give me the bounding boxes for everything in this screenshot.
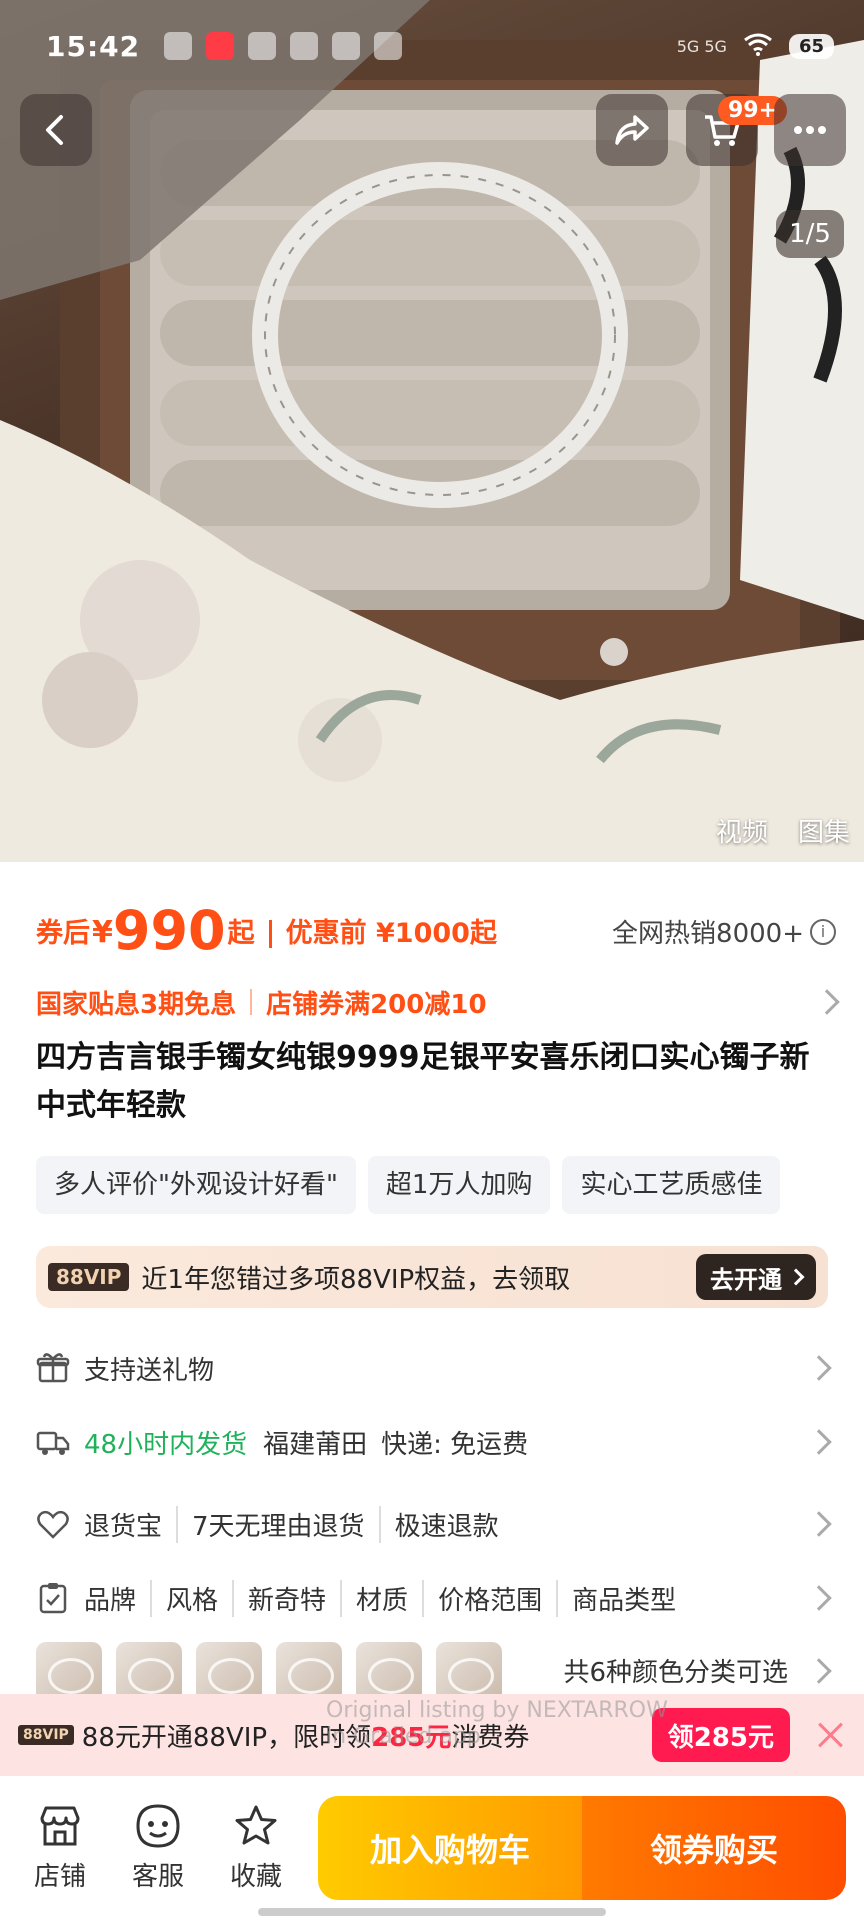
service-label: 客服 [131,1862,184,1892]
vip-coupon-banner[interactable]: 88VIP 88元开通88VIP，限时领285元消费券 领285元 [0,1694,864,1776]
chevron-left-icon [46,115,63,145]
app-notification-icon [164,32,193,60]
chevron-right-icon [787,1268,805,1286]
price-prefix: 券后 [36,918,90,949]
favorite-label: 收藏 [229,1862,282,1892]
xiaohongshu-notification-icon [206,32,235,60]
promo-divider [250,989,253,1015]
product-gallery[interactable]: 15:42 5G 5G 65 99+ 1/5 视频 图集 [0,0,864,862]
info-icon[interactable]: i [810,918,836,945]
chevron-right-icon [814,989,840,1015]
product-title: 四方吉言银手镯女纯银9999足银平安喜乐闭口实心镯子新中式年轻款 [36,1040,810,1123]
returns-row[interactable]: 退货宝 7天无理由退货 极速退款 [36,1496,832,1552]
share-icon [615,115,649,145]
original-price: 优惠前 ¥1000起 [285,918,497,949]
app-notification-icon [374,32,403,60]
chevron-right-icon [806,1355,832,1381]
banner-text-after: 消费券 [451,1722,530,1753]
vip-open-button[interactable]: 去开通 [696,1254,816,1300]
price-amount: 990 [112,899,226,962]
home-indicator[interactable] [258,1908,606,1916]
highlight-tag[interactable]: 超1万人加购 [367,1156,551,1214]
signal-indicator: 5G 5G [676,36,727,56]
store-button[interactable]: 店铺 [20,1802,100,1893]
color-options-link[interactable]: 共6种颜色分类可选 [563,1652,832,1689]
more-dots-icon [794,126,826,134]
chevron-right-icon [806,1429,832,1455]
star-icon [235,1805,277,1845]
param-item: 价格范围 [422,1579,556,1617]
back-button[interactable] [20,94,92,166]
highlight-tags: 多人评价"外观设计好看" 超1万人加购 实心工艺质感佳 [36,1156,781,1214]
gift-icon [36,1353,70,1383]
store-label: 店铺 [33,1862,86,1892]
close-icon[interactable] [814,1719,846,1751]
add-to-cart-button[interactable]: 加入购物车 [318,1796,582,1900]
claim-coupon-button[interactable]: 领285元 [651,1708,790,1762]
truck-icon [36,1431,70,1455]
tab-video[interactable]: 视频 [716,812,768,849]
param-item: 材质 [340,1579,422,1617]
highlight-tag[interactable]: 多人评价"外观设计好看" [36,1156,356,1214]
param-item: 新奇特 [232,1579,340,1617]
app-notification-icon [290,32,319,60]
favorite-button[interactable]: 收藏 [216,1802,296,1893]
promo-row[interactable]: 国家贴息3期免息 店铺券满200减10 [36,982,840,1022]
banner-amount: 285元 [371,1722,452,1753]
battery-indicator: 65 [788,33,834,59]
highlight-tag[interactable]: 实心工艺质感佳 [562,1156,781,1214]
price-currency: ¥ [92,915,113,950]
banner-text-before: 88元开通88VIP，限时领 [81,1722,372,1753]
vip-badge: 88VIP [18,1725,74,1745]
store-icon [40,1806,80,1846]
notification-icons [164,32,403,60]
shipping-origin: 福建莆田 [263,1429,368,1460]
price-divider [268,920,272,948]
price-suffix: 起 [227,918,255,949]
param-item: 品牌 [84,1585,137,1616]
price-row: 券后 ¥ 990 起 优惠前 ¥1000起 全网热销8000+ i [36,898,836,958]
vip-open-label: 去开通 [710,1265,782,1294]
hot-sales[interactable]: 全网热销8000+ i [612,913,836,950]
more-options-button[interactable] [774,94,846,166]
promo-installment: 国家贴息3期免息 [36,989,237,1020]
gallery-page-indicator: 1/5 [776,210,844,258]
status-bar: 15:42 5G 5G 65 [46,22,834,70]
returns-item: 极速退款 [378,1505,513,1543]
tab-gallery[interactable]: 图集 [798,812,850,849]
color-count-label: 共6种颜色分类可选 [563,1658,788,1688]
weibo-notification-icon [248,32,277,60]
heart-shield-icon [37,1510,69,1539]
vip-badge: 88VIP [48,1263,130,1291]
returns-item: 7天无理由退货 [176,1505,379,1543]
param-item: 风格 [150,1579,232,1617]
wifi-icon [743,30,773,63]
shipping-time: 48小时内发货 [84,1429,248,1460]
shipping-row[interactable]: 48小时内发货 福建莆田 快递: 免运费 [36,1414,832,1470]
gift-row[interactable]: 支持送礼物 [36,1340,832,1396]
chevron-right-icon [806,1657,832,1684]
vip-text: 近1年您错过多项88VIP权益，去领取 [141,1264,571,1295]
status-time: 15:42 [46,29,141,63]
promo-coupon: 店铺券满200减10 [266,989,487,1020]
buy-with-coupon-button[interactable]: 领券购买 [582,1796,846,1900]
clipboard-check-icon [39,1583,67,1614]
bottom-action-bar: 店铺 客服 收藏 加入购物车 领券购买 [0,1776,864,1920]
hot-sales-label: 全网热销8000+ [612,919,804,949]
share-button[interactable] [596,94,668,166]
chat-face-icon [136,1804,180,1848]
returns-item: 退货宝 [84,1511,163,1542]
customer-service-button[interactable]: 客服 [118,1802,198,1893]
chevron-right-icon [806,1585,832,1611]
shipping-fee: 快递: 免运费 [381,1429,529,1460]
chevron-right-icon [806,1511,832,1537]
gift-label: 支持送礼物 [84,1355,215,1386]
vip-promo-bar[interactable]: 88VIP 近1年您错过多项88VIP权益，去领取 去开通 [36,1246,828,1308]
banner-text: 88元开通88VIP，限时领285元消费券 [82,1717,530,1754]
params-row[interactable]: 品牌 风格 新奇特 材质 价格范围 商品类型 [36,1570,832,1626]
param-item: 商品类型 [556,1579,690,1617]
purchase-buttons: 加入购物车 领券购买 [318,1796,846,1900]
app-notification-icon [332,32,361,60]
media-tabs: 视频 图集 [716,812,850,849]
